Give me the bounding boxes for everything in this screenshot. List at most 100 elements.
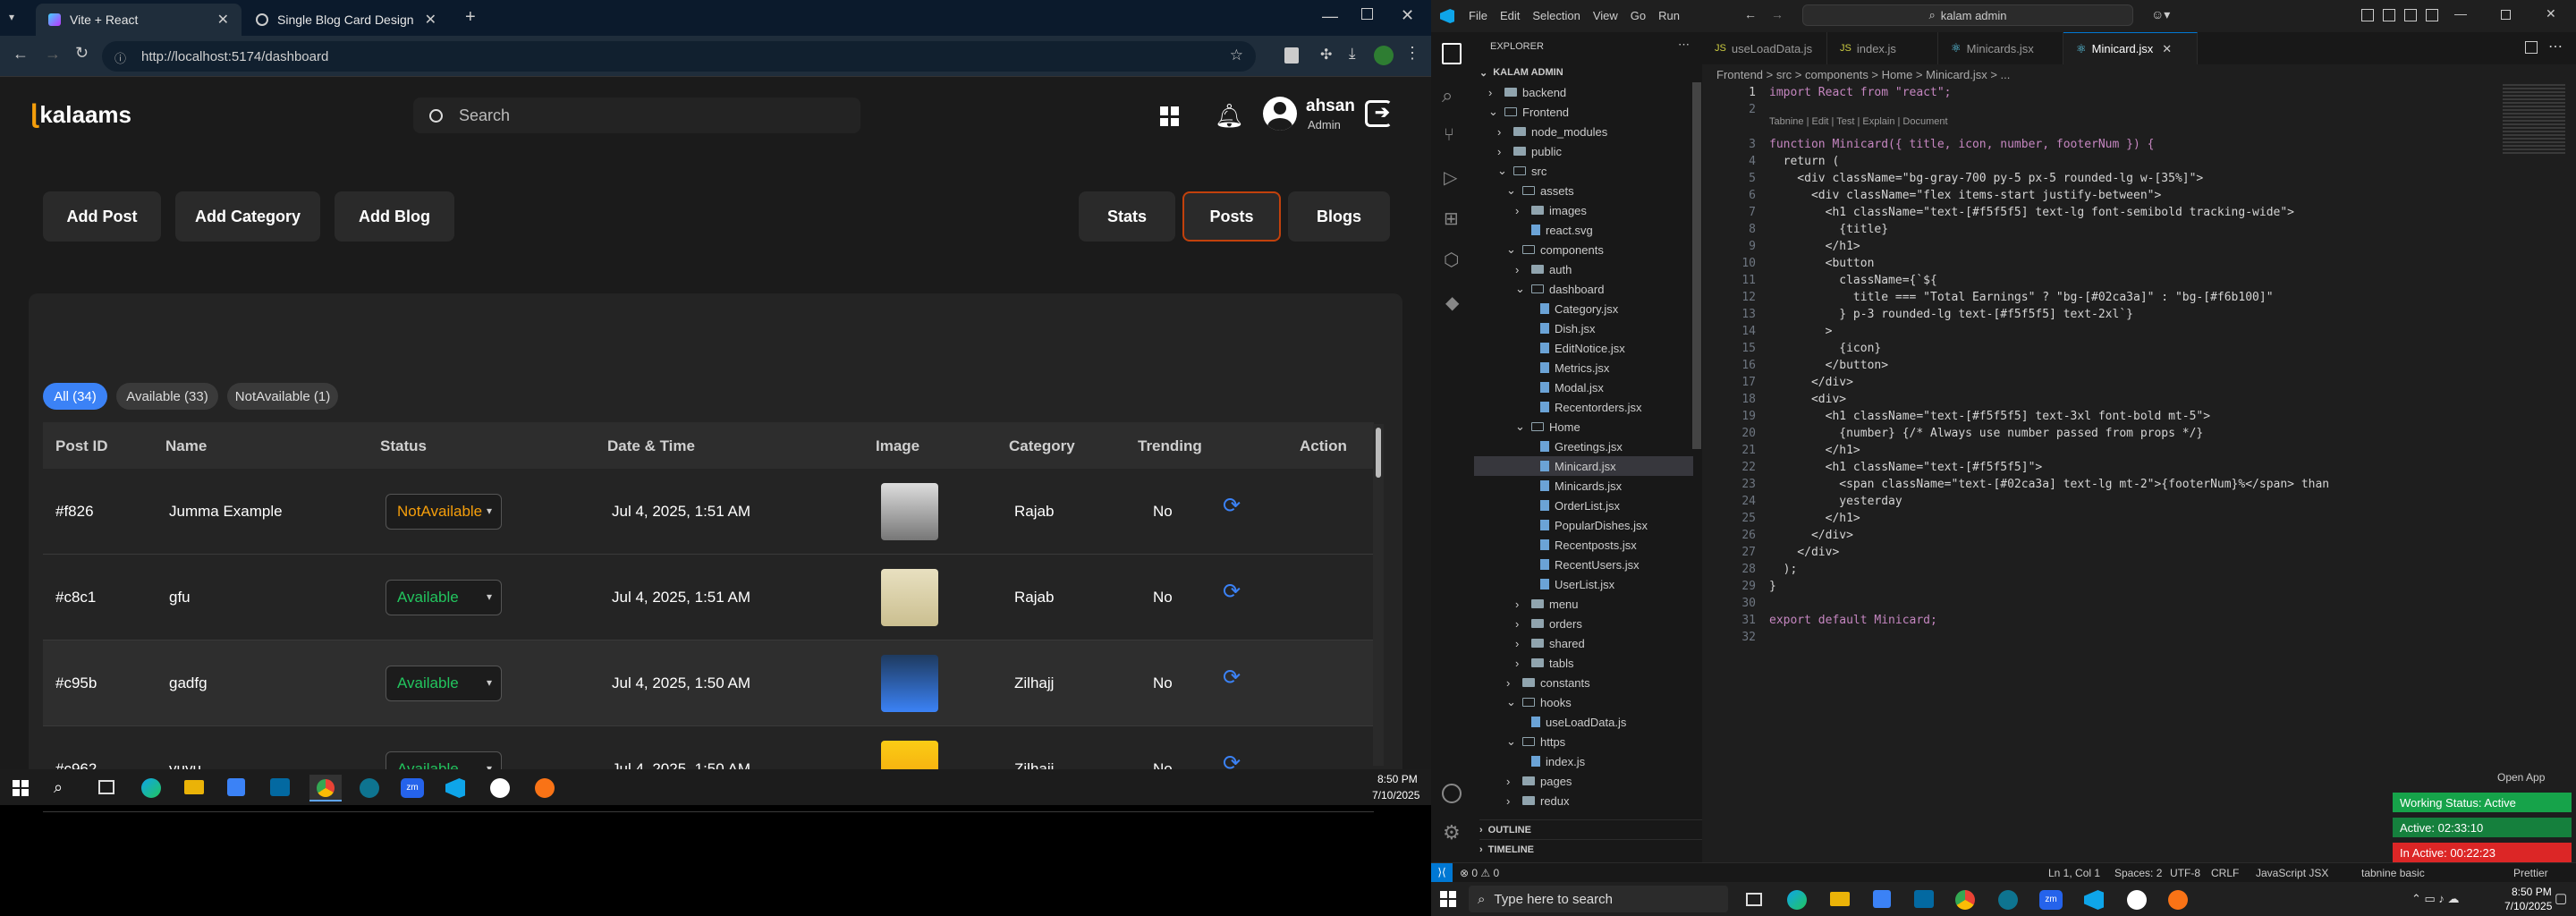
taskbar-search[interactable]: ⌕ Type here to search — [1469, 886, 1728, 912]
posts-tab[interactable]: Posts — [1182, 191, 1281, 242]
postman-icon[interactable] — [2168, 890, 2188, 910]
add-post-button[interactable]: Add Post — [43, 191, 161, 242]
star-icon[interactable]: ☆ — [1230, 47, 1243, 64]
logo[interactable]: ɭ kalaams — [30, 99, 131, 130]
folder-item[interactable]: ⌄ components — [1474, 240, 1693, 259]
account-icon[interactable] — [1442, 784, 1462, 803]
folder-item[interactable]: ⌄ hooks — [1474, 692, 1693, 712]
tree-scrollbar[interactable] — [1692, 82, 1701, 449]
table-scrollbar[interactable] — [1373, 424, 1384, 766]
remote-icon[interactable]: ⬡ — [1444, 249, 1459, 271]
folder-item[interactable]: ⌄ src — [1474, 161, 1693, 181]
outline-section[interactable]: › OUTLINE — [1479, 819, 1702, 839]
bell-icon[interactable]: 🔔︎ — [1215, 102, 1244, 130]
notification-icon[interactable]: ▢ — [2555, 890, 2567, 906]
folder-item[interactable]: › shared — [1474, 633, 1693, 653]
folder-item[interactable]: › images — [1474, 200, 1693, 220]
profile-icon[interactable] — [1374, 46, 1394, 65]
split-editor-icon[interactable] — [2525, 41, 2538, 54]
menu-item-edit[interactable]: Edit — [1500, 9, 1520, 22]
windows-start-icon[interactable] — [1440, 891, 1456, 907]
file-item[interactable]: Dish.jsx — [1474, 318, 1693, 338]
site-info-icon[interactable]: ⓘ — [114, 49, 126, 66]
file-item[interactable]: Minicards.jsx — [1474, 476, 1693, 496]
tray-icons[interactable]: ⌃ ▭ ♪ ☁ — [2411, 892, 2460, 906]
refresh-icon[interactable]: ⟳ — [1223, 496, 1244, 517]
file-item[interactable]: OrderList.jsx — [1474, 496, 1693, 515]
add-blog-button[interactable]: Add Blog — [335, 191, 454, 242]
cursor-position[interactable]: Ln 1, Col 1 — [2048, 867, 2100, 879]
filter-all[interactable]: All (34) — [43, 383, 107, 410]
browser-menu-icon[interactable]: ⋮ — [1404, 44, 1420, 63]
browser-tab[interactable]: Single Blog Card Design ✕ — [243, 4, 449, 36]
file-item[interactable]: Metrics.jsx — [1474, 358, 1693, 377]
editor-more-icon[interactable]: ⋯ — [2548, 38, 2563, 55]
file-item[interactable]: index.js — [1474, 751, 1693, 771]
menu-item-go[interactable]: Go — [1631, 9, 1646, 22]
refresh-icon[interactable]: ⟳ — [1223, 667, 1244, 689]
close-window-icon[interactable]: ✕ — [1401, 6, 1414, 25]
tab-menu-icon[interactable]: ▾ — [9, 11, 23, 25]
new-tab-icon[interactable]: + — [465, 7, 476, 28]
prettier-status[interactable]: Prettier — [2513, 867, 2548, 879]
vscode-icon[interactable] — [2084, 890, 2104, 910]
folder-item[interactable]: › node_modules — [1474, 122, 1693, 141]
file-item[interactable]: RecentUsers.jsx — [1474, 555, 1693, 574]
search-icon[interactable]: ⌕ — [1442, 84, 1453, 107]
close-window-icon[interactable]: ✕ — [2546, 6, 2556, 21]
indent-setting[interactable]: Spaces: 2 — [2114, 867, 2162, 879]
avatar[interactable] — [1263, 97, 1297, 131]
blogs-tab[interactable]: Blogs — [1288, 191, 1390, 242]
file-item[interactable]: PopularDishes.jsx — [1474, 515, 1693, 535]
puzzle-icon[interactable]: ✣ — [1320, 46, 1332, 64]
close-tab-icon[interactable]: ✕ — [217, 11, 229, 29]
file-item[interactable]: Category.jsx — [1474, 299, 1693, 318]
browser-tab-active[interactable]: Vite + React ✕ — [36, 4, 242, 36]
copilot-icon[interactable]: ☺▾ — [2151, 7, 2170, 22]
menu-item-view[interactable]: View — [1593, 9, 1618, 22]
nav-forward-icon[interactable]: → — [1771, 7, 1784, 21]
extensions-icon[interactable]: ⊞ — [1444, 208, 1459, 230]
back-icon[interactable]: ← — [13, 45, 29, 64]
language-mode[interactable]: JavaScript JSX — [2256, 867, 2328, 879]
windows-start-icon[interactable] — [13, 780, 29, 796]
extension-icon[interactable] — [1284, 47, 1299, 64]
status-select[interactable]: NotAvailable ▾ — [386, 494, 502, 530]
tab-minicard[interactable]: ⚛ Minicard.jsx ✕ — [2063, 32, 2198, 64]
folder-item[interactable]: ⌄ https — [1474, 732, 1693, 751]
minimize-icon[interactable]: — — [2454, 6, 2467, 21]
maximize-icon[interactable] — [1361, 8, 1373, 20]
explorer-icon[interactable] — [1442, 43, 1462, 64]
chrome-icon[interactable] — [1955, 890, 1975, 910]
minimap[interactable] — [2503, 84, 2565, 156]
outlook-icon[interactable] — [1914, 890, 1934, 908]
file-item[interactable]: Recentposts.jsx — [1474, 535, 1693, 555]
folder-item[interactable]: › public — [1474, 141, 1693, 161]
status-select[interactable]: Available ▾ — [386, 580, 502, 615]
vscode-icon[interactable] — [445, 778, 465, 798]
folder-item[interactable]: › backend — [1474, 82, 1693, 102]
folder-item[interactable]: ⌄ Frontend — [1474, 102, 1693, 122]
file-item[interactable]: Recentorders.jsx — [1474, 397, 1693, 417]
menu-item-selection[interactable]: Selection — [1532, 9, 1580, 22]
file-item[interactable]: Minicard.jsx — [1474, 456, 1693, 476]
app-icon[interactable] — [2127, 890, 2147, 910]
edge-icon[interactable] — [141, 778, 161, 798]
folder-item[interactable]: › orders — [1474, 614, 1693, 633]
tab-minicards[interactable]: ⚛ Minicards.jsx — [1938, 32, 2063, 64]
codelens[interactable]: Tabnine | Edit | Test | Explain | Docume… — [1769, 116, 1948, 127]
breadcrumb[interactable]: Frontend > src > components > Home > Min… — [1716, 68, 2010, 81]
file-item[interactable]: Modal.jsx — [1474, 377, 1693, 397]
eol[interactable]: CRLF — [2211, 867, 2239, 879]
folder-item[interactable]: › menu — [1474, 594, 1693, 614]
folder-item[interactable]: › auth — [1474, 259, 1693, 279]
folder-item[interactable]: › tabls — [1474, 653, 1693, 673]
grid-icon[interactable] — [1160, 106, 1180, 126]
menu-item-file[interactable]: File — [1469, 9, 1487, 22]
file-item[interactable]: UserList.jsx — [1474, 574, 1693, 594]
run-debug-icon[interactable]: ▷ — [1444, 166, 1457, 189]
folder-item[interactable]: ⌄ Home — [1474, 417, 1693, 437]
menu-item-run[interactable]: Run — [1658, 9, 1680, 22]
file-explorer-icon[interactable] — [184, 780, 204, 794]
zoom-icon[interactable]: zm — [401, 778, 424, 798]
